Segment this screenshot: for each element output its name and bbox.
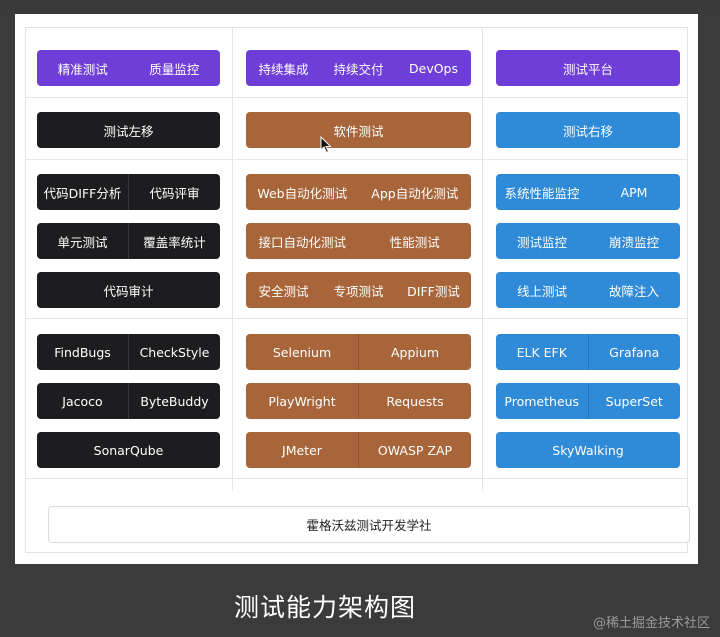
- box-label: ByteBuddy: [140, 393, 209, 409]
- ci-cd-devops-box: 持续集成 持续交付 DevOps: [246, 50, 471, 86]
- box-label: Web自动化测试: [257, 185, 348, 201]
- shift-right-box: 测试右移: [496, 112, 680, 148]
- box-label: SuperSet: [605, 393, 663, 409]
- elk-grafana-box: ELK EFK Grafana: [496, 334, 680, 370]
- box-label: 覆盖率统计: [143, 234, 206, 250]
- box-label: OWASP ZAP: [377, 442, 453, 458]
- box-label: DevOps: [409, 60, 458, 76]
- test-platform-box: 测试平台: [496, 50, 680, 86]
- box-label: APM: [620, 184, 648, 200]
- box-label: Prometheus: [504, 393, 580, 409]
- footer-org-box: 霍格沃兹测试开发学社: [48, 506, 690, 543]
- box-label: 专项测试: [333, 283, 384, 299]
- api-performance-box: 接口自动化测试 性能测试: [246, 223, 471, 259]
- box-label: 线上测试: [516, 283, 567, 299]
- figure-caption: 测试能力架构图: [233, 593, 416, 622]
- box-label: 系统性能监控: [504, 185, 580, 201]
- box-label: 安全测试: [258, 283, 309, 299]
- playwright-requests-box: PlayWright Requests: [246, 383, 471, 419]
- web-app-automation-box: Web自动化测试 App自动化测试: [246, 174, 471, 210]
- box-label: 接口自动化测试: [258, 234, 346, 250]
- box-label: 质量监控: [149, 61, 200, 77]
- box-label: SonarQube: [93, 442, 164, 458]
- box-label: 持续集成: [258, 61, 309, 77]
- box-label: Grafana: [609, 344, 660, 360]
- box-label: 代码DIFF分析: [43, 185, 122, 201]
- sonarqube-box: SonarQube: [37, 432, 220, 468]
- box-label: 测试左移: [103, 123, 154, 139]
- box-label: 故障注入: [608, 283, 659, 299]
- box-label: DIFF测试: [407, 283, 460, 299]
- box-label: PlayWright: [268, 393, 336, 409]
- box-label: App自动化测试: [371, 185, 459, 201]
- watermark: @稀土掘金技术社区: [592, 616, 710, 631]
- row-divider: [26, 159, 687, 160]
- box-label: 测试监控: [516, 234, 567, 250]
- code-diff-review-box: 代码DIFF分析 代码评审: [37, 174, 220, 210]
- box-label: 性能测试: [389, 234, 440, 250]
- box-label: 代码审计: [103, 283, 154, 299]
- box-label: Jacoco: [62, 393, 103, 409]
- box-label: JMeter: [282, 442, 322, 458]
- precision-quality-box: 精准测试 质量监控: [37, 50, 220, 86]
- software-testing-box: 软件测试: [246, 112, 471, 148]
- box-label: Requests: [386, 393, 444, 409]
- selenium-appium-box: Selenium Appium: [246, 334, 471, 370]
- footer-label: 霍格沃兹测试开发学社: [306, 518, 432, 533]
- skywalking-box: SkyWalking: [496, 432, 680, 468]
- prometheus-superset-box: Prometheus SuperSet: [496, 383, 680, 419]
- shift-left-box: 测试左移: [37, 112, 220, 148]
- box-label: SkyWalking: [552, 442, 624, 458]
- code-audit-box: 代码审计: [37, 272, 220, 308]
- row-divider: [26, 478, 687, 479]
- perf-monitor-apm-box: 系统性能监控 APM: [496, 174, 680, 210]
- box-label: 单元测试: [57, 234, 108, 250]
- box-label: 测试右移: [562, 123, 613, 139]
- security-special-diff-box: 安全测试 专项测试 DIFF测试: [246, 272, 471, 308]
- row-divider: [26, 97, 687, 98]
- findbugs-checkstyle-box: FindBugs CheckStyle: [37, 334, 220, 370]
- architecture-grid: 精准测试 质量监控 测试左移 代码DIFF分析 代码评审 单元测试 覆盖率统计 …: [25, 27, 690, 553]
- mouse-cursor-icon: [320, 136, 332, 154]
- box-label: Appium: [391, 344, 439, 360]
- box-label: 持续交付: [333, 61, 384, 77]
- box-label: 精准测试: [57, 61, 108, 77]
- jmeter-owasp-box: JMeter OWASP ZAP: [246, 432, 471, 468]
- box-label: 测试平台: [562, 61, 613, 77]
- box-label: FindBugs: [54, 344, 111, 360]
- test-crash-monitor-box: 测试监控 崩溃监控: [496, 223, 680, 259]
- box-label: 崩溃监控: [608, 234, 659, 250]
- top-band: [0, 0, 720, 14]
- architecture-panel: 精准测试 质量监控 测试左移 代码DIFF分析 代码评审 单元测试 覆盖率统计 …: [15, 14, 698, 564]
- box-label: 软件测试: [333, 123, 384, 139]
- box-label: 代码评审: [149, 185, 200, 201]
- box-label: ELK EFK: [516, 344, 567, 360]
- jacoco-bytebuddy-box: Jacoco ByteBuddy: [37, 383, 220, 419]
- online-fault-injection-box: 线上测试 故障注入: [496, 272, 680, 308]
- unit-coverage-box: 单元测试 覆盖率统计: [37, 223, 220, 259]
- box-label: Selenium: [272, 344, 332, 360]
- box-label: CheckStyle: [139, 344, 210, 360]
- row-divider: [26, 318, 687, 319]
